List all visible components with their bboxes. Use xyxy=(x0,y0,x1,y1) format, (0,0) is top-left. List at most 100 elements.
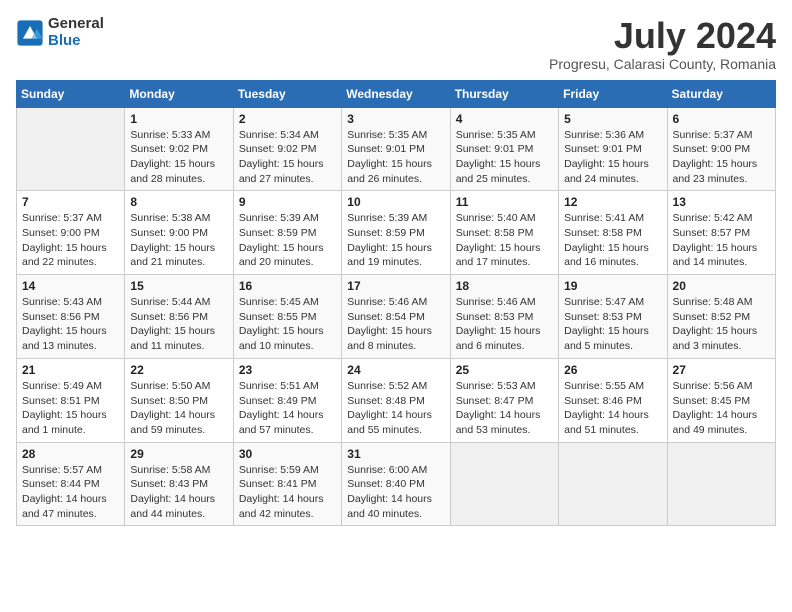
weekday-header: Monday xyxy=(125,80,233,107)
day-number: 20 xyxy=(673,279,770,293)
day-info: Sunrise: 5:46 AMSunset: 8:54 PMDaylight:… xyxy=(347,295,444,354)
day-info: Sunrise: 5:48 AMSunset: 8:52 PMDaylight:… xyxy=(673,295,770,354)
day-info: Sunrise: 5:40 AMSunset: 8:58 PMDaylight:… xyxy=(456,211,553,270)
calendar-week-row: 7 Sunrise: 5:37 AMSunset: 9:00 PMDaylight… xyxy=(17,191,776,275)
calendar-body: 1Sunrise: 5:33 AMSunset: 9:02 PMDaylight… xyxy=(17,107,776,526)
day-number: 8 xyxy=(130,195,227,209)
day-info: Sunrise: 5:35 AMSunset: 9:01 PMDaylight:… xyxy=(456,128,553,187)
day-number: 4 xyxy=(456,112,553,126)
day-number: 11 xyxy=(456,195,553,209)
day-info: Sunrise: 5:34 AMSunset: 9:02 PMDaylight:… xyxy=(239,128,336,187)
day-info: Sunrise: 5:55 AMSunset: 8:46 PMDaylight:… xyxy=(564,379,661,438)
weekday-header: Friday xyxy=(559,80,667,107)
calendar-cell: 20 Sunrise: 5:48 AMSunset: 8:52 PMDayligh… xyxy=(667,275,775,359)
day-number: 31 xyxy=(347,447,444,461)
calendar-cell: 17 Sunrise: 5:46 AMSunset: 8:54 PMDayligh… xyxy=(342,275,450,359)
day-number: 29 xyxy=(130,447,227,461)
calendar-cell: 30 Sunrise: 5:59 AMSunset: 8:41 PMDayligh… xyxy=(233,442,341,526)
day-number: 18 xyxy=(456,279,553,293)
day-info: Sunrise: 5:39 AMSunset: 8:59 PMDaylight:… xyxy=(347,211,444,270)
calendar-cell xyxy=(17,107,125,191)
calendar-week-row: 14Sunrise: 5:43 AMSunset: 8:56 PMDayligh… xyxy=(17,275,776,359)
day-info: Sunrise: 5:36 AMSunset: 9:01 PMDaylight:… xyxy=(564,128,661,187)
month-title: July 2024 xyxy=(549,16,776,56)
calendar-cell: 7 Sunrise: 5:37 AMSunset: 9:00 PMDaylight… xyxy=(17,191,125,275)
calendar-cell xyxy=(450,442,558,526)
day-number: 14 xyxy=(22,279,119,293)
day-number: 23 xyxy=(239,363,336,377)
day-number: 17 xyxy=(347,279,444,293)
day-info: Sunrise: 5:42 AMSunset: 8:57 PMDaylight:… xyxy=(673,211,770,270)
calendar-cell: 19 Sunrise: 5:47 AMSunset: 8:53 PMDayligh… xyxy=(559,275,667,359)
calendar-cell: 23 Sunrise: 5:51 AMSunset: 8:49 PMDayligh… xyxy=(233,358,341,442)
day-number: 6 xyxy=(673,112,770,126)
calendar-header: SundayMondayTuesdayWednesdayThursdayFrid… xyxy=(17,80,776,107)
day-info: Sunrise: 5:57 AMSunset: 8:44 PMDaylight:… xyxy=(22,463,119,522)
day-info: Sunrise: 5:47 AMSunset: 8:53 PMDaylight:… xyxy=(564,295,661,354)
day-info: Sunrise: 5:37 AMSunset: 9:00 PMDaylight:… xyxy=(673,128,770,187)
day-number: 30 xyxy=(239,447,336,461)
day-info: Sunrise: 5:45 AMSunset: 8:55 PMDaylight:… xyxy=(239,295,336,354)
day-number: 7 xyxy=(22,195,119,209)
day-info: Sunrise: 5:53 AMSunset: 8:47 PMDaylight:… xyxy=(456,379,553,438)
weekday-header: Tuesday xyxy=(233,80,341,107)
day-info: Sunrise: 6:00 AMSunset: 8:40 PMDaylight:… xyxy=(347,463,444,522)
calendar-cell: 10 Sunrise: 5:39 AMSunset: 8:59 PMDayligh… xyxy=(342,191,450,275)
calendar-cell: 24 Sunrise: 5:52 AMSunset: 8:48 PMDayligh… xyxy=(342,358,450,442)
day-info: Sunrise: 5:41 AMSunset: 8:58 PMDaylight:… xyxy=(564,211,661,270)
day-number: 25 xyxy=(456,363,553,377)
day-number: 24 xyxy=(347,363,444,377)
day-info: Sunrise: 5:35 AMSunset: 9:01 PMDaylight:… xyxy=(347,128,444,187)
location: Progresu, Calarasi County, Romania xyxy=(549,56,776,72)
title-area: July 2024 Progresu, Calarasi County, Rom… xyxy=(549,16,776,72)
weekday-header: Wednesday xyxy=(342,80,450,107)
calendar-week-row: 28 Sunrise: 5:57 AMSunset: 8:44 PMDayligh… xyxy=(17,442,776,526)
calendar-week-row: 21Sunrise: 5:49 AMSunset: 8:51 PMDayligh… xyxy=(17,358,776,442)
calendar-cell: 31 Sunrise: 6:00 AMSunset: 8:40 PMDayligh… xyxy=(342,442,450,526)
weekday-header: Thursday xyxy=(450,80,558,107)
calendar-cell: 28 Sunrise: 5:57 AMSunset: 8:44 PMDayligh… xyxy=(17,442,125,526)
day-number: 26 xyxy=(564,363,661,377)
calendar-cell: 9Sunrise: 5:39 AMSunset: 8:59 PMDaylight… xyxy=(233,191,341,275)
day-info: Sunrise: 5:52 AMSunset: 8:48 PMDaylight:… xyxy=(347,379,444,438)
logo-general-text: General xyxy=(48,16,104,33)
day-number: 3 xyxy=(347,112,444,126)
day-number: 5 xyxy=(564,112,661,126)
calendar-cell: 11 Sunrise: 5:40 AMSunset: 8:58 PMDayligh… xyxy=(450,191,558,275)
day-info: Sunrise: 5:49 AMSunset: 8:51 PMDaylight:… xyxy=(22,379,119,438)
day-info: Sunrise: 5:44 AMSunset: 8:56 PMDaylight:… xyxy=(130,295,227,354)
day-number: 1 xyxy=(130,112,227,126)
day-info: Sunrise: 5:38 AMSunset: 9:00 PMDaylight:… xyxy=(130,211,227,270)
day-number: 28 xyxy=(22,447,119,461)
logo-text: General Blue xyxy=(48,16,104,49)
logo-blue-text: Blue xyxy=(48,33,104,50)
calendar-cell: 26 Sunrise: 5:55 AMSunset: 8:46 PMDayligh… xyxy=(559,358,667,442)
day-number: 13 xyxy=(673,195,770,209)
day-number: 16 xyxy=(239,279,336,293)
day-info: Sunrise: 5:56 AMSunset: 8:45 PMDaylight:… xyxy=(673,379,770,438)
day-info: Sunrise: 5:51 AMSunset: 8:49 PMDaylight:… xyxy=(239,379,336,438)
calendar-week-row: 1Sunrise: 5:33 AMSunset: 9:02 PMDaylight… xyxy=(17,107,776,191)
calendar-cell: 27 Sunrise: 5:56 AMSunset: 8:45 PMDayligh… xyxy=(667,358,775,442)
day-number: 12 xyxy=(564,195,661,209)
day-info: Sunrise: 5:59 AMSunset: 8:41 PMDaylight:… xyxy=(239,463,336,522)
day-number: 2 xyxy=(239,112,336,126)
calendar-cell: 6 Sunrise: 5:37 AMSunset: 9:00 PMDaylight… xyxy=(667,107,775,191)
calendar-cell: 16 Sunrise: 5:45 AMSunset: 8:55 PMDayligh… xyxy=(233,275,341,359)
day-info: Sunrise: 5:58 AMSunset: 8:43 PMDaylight:… xyxy=(130,463,227,522)
calendar-cell: 18 Sunrise: 5:46 AMSunset: 8:53 PMDayligh… xyxy=(450,275,558,359)
calendar-cell: 21Sunrise: 5:49 AMSunset: 8:51 PMDayligh… xyxy=(17,358,125,442)
day-number: 22 xyxy=(130,363,227,377)
day-number: 27 xyxy=(673,363,770,377)
calendar-cell xyxy=(559,442,667,526)
weekday-header: Saturday xyxy=(667,80,775,107)
day-number: 19 xyxy=(564,279,661,293)
calendar-cell: 22Sunrise: 5:50 AMSunset: 8:50 PMDayligh… xyxy=(125,358,233,442)
calendar-cell: 2 Sunrise: 5:34 AMSunset: 9:02 PMDaylight… xyxy=(233,107,341,191)
day-info: Sunrise: 5:37 AMSunset: 9:00 PMDaylight:… xyxy=(22,211,119,270)
calendar-cell xyxy=(667,442,775,526)
calendar-cell: 12 Sunrise: 5:41 AMSunset: 8:58 PMDayligh… xyxy=(559,191,667,275)
day-number: 10 xyxy=(347,195,444,209)
day-info: Sunrise: 5:46 AMSunset: 8:53 PMDaylight:… xyxy=(456,295,553,354)
day-number: 15 xyxy=(130,279,227,293)
